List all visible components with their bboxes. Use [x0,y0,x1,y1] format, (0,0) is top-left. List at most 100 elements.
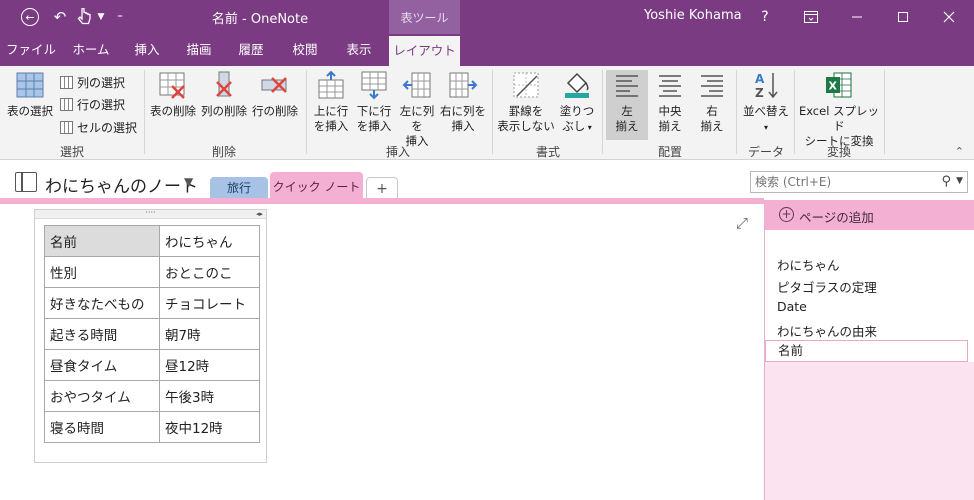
back-button[interactable]: ← [20,7,40,27]
page-item-date[interactable]: Date [777,299,807,314]
resize-arrows-icon[interactable]: ◂▸ [256,210,263,219]
insert-below-button[interactable]: 下に行 を挿入 [353,70,395,140]
select-column-button[interactable]: 列の選択 [60,72,125,92]
tab-file[interactable]: ファイル [4,34,58,66]
group-divider [602,70,603,154]
note-table[interactable]: 名前 わにちゃん 性別 おとこのこ 好きなたべもの チョコレート 起きる時間 朝… [44,225,260,443]
table-row[interactable]: 名前 わにちゃん [44,225,260,257]
page-item-name-origin[interactable]: わにちゃんの由来 [777,321,877,340]
table-cell[interactable]: 朝7時 [159,318,260,350]
insert-below-label-2: を挿入 [356,119,392,133]
page-canvas[interactable]: ⤢ ···· ◂▸ 名前 わにちゃん 性別 おとこのこ 好きなたべもの チョコレー… [0,204,764,500]
align-right-button[interactable]: 右 揃え [692,70,732,140]
page-list-pane: + ページの追加 わにちゃん ピタゴラスの定理 Date わにちゃんの由来 名前 [764,200,974,500]
sort-button[interactable]: AZ 並べ替え ▾ [740,70,792,140]
title-bar: ← ↶ ▼ ⁼ 名前 - OneNote 表ツール Yoshie Kohama … [0,0,974,34]
table-row[interactable]: 性別 おとこのこ [44,256,260,288]
search-icon[interactable]: ⚲ [941,174,951,189]
table-cell[interactable]: 寝る時間 [44,411,160,443]
note-container-handle[interactable]: ···· ◂▸ [35,209,266,219]
insert-above-label-1: 上に行 [313,104,349,118]
search-scope-dropdown-icon[interactable]: ▼ [956,176,963,186]
window-title: 名前 - OneNote [211,12,309,27]
table-cell[interactable]: 性別 [44,256,160,288]
group-divider [794,70,795,154]
align-left-icon [616,75,638,97]
delete-column-label: 列の削除 [201,104,247,118]
table-cell[interactable]: おとこのこ [159,256,260,288]
user-name[interactable]: Yoshie Kohama [644,8,742,23]
shading-button[interactable]: 塗りつ ぶし ▾ [558,70,596,140]
align-left-button[interactable]: 左 揃え [606,70,648,140]
group-divider [884,70,885,154]
table-row[interactable]: 好きなたべもの チョコレート [44,287,260,319]
notebook-icon[interactable] [15,172,37,192]
delete-table-button[interactable]: 表の削除 [148,70,198,140]
table-cell[interactable]: 午後3時 [159,380,260,412]
insert-right-button[interactable]: 右に列を 挿入 [440,70,486,140]
select-row-button[interactable]: 行の選択 [60,94,125,114]
insert-left-button[interactable]: 左に列を 挿入 [396,70,438,148]
table-row[interactable]: 寝る時間 夜中12時 [44,411,260,443]
tab-history[interactable]: 履歴 [228,34,274,66]
insert-above-icon [318,70,344,99]
delete-row-button[interactable]: 行の削除 [250,70,300,140]
tab-home[interactable]: ホーム [64,34,118,66]
table-cell[interactable]: わにちゃん [159,225,260,257]
table-cell[interactable]: チョコレート [159,287,260,319]
page-item-name-selected[interactable]: 名前 [765,340,968,362]
notebook-name[interactable]: わにちゃんのノート [45,172,198,197]
delete-row-label: 行の削除 [252,104,298,118]
table-cell[interactable]: 昼食タイム [44,349,160,381]
tab-review[interactable]: 校閲 [282,34,328,66]
tab-view[interactable]: 表示 [336,34,382,66]
paint-bucket-icon [565,72,589,98]
table-cell[interactable]: おやつタイム [44,380,160,412]
notebook-dropdown-icon[interactable]: ▼ [184,175,193,189]
touch-mode-dropdown-icon[interactable]: ▼ [91,7,111,27]
select-table-button[interactable]: 表の選択 [4,70,56,140]
minimize-button[interactable] [834,0,880,34]
tab-layout[interactable]: レイアウト [389,36,460,66]
ribbon-display-options-button[interactable] [788,0,834,34]
data-group-label: データ [747,145,784,159]
align-center-label-1: 中央 [658,104,682,118]
collapse-ribbon-icon[interactable]: ⌃ [955,145,964,158]
section-tab-quick-notes[interactable]: クイック ノート [270,172,363,200]
customize-qat-button[interactable]: ⁼ [110,7,130,27]
add-page-button[interactable]: + ページの追加 [765,200,974,230]
table-cell[interactable]: 起きる時間 [44,318,160,350]
table-row[interactable]: おやつタイム 午後3時 [44,380,260,412]
align-center-button[interactable]: 中央 揃え [650,70,690,140]
hide-borders-button[interactable]: 罫線を 表示しない [496,70,556,140]
table-row[interactable]: 起きる時間 朝7時 [44,318,260,350]
tab-draw[interactable]: 描画 [176,34,222,66]
select-cell-button[interactable]: セルの選択 [60,117,137,137]
close-button[interactable] [926,0,972,34]
table-cell[interactable]: 好きなたべもの [44,287,160,319]
page-item-pythagoras[interactable]: ピタゴラスの定理 [777,277,877,296]
sort-dropdown-icon: ▾ [763,123,768,132]
tab-insert[interactable]: 挿入 [124,34,170,66]
delete-column-button[interactable]: 列の削除 [199,70,249,140]
section-tab-travel[interactable]: 旅行 [210,177,268,200]
convert-excel-label-1: Excel スプレッド [798,104,880,133]
undo-icon[interactable]: ↶ [50,7,70,27]
page-item-wanichan[interactable]: わにちゃん [777,255,840,274]
insert-above-button[interactable]: 上に行 を挿入 [310,70,352,140]
table-cell[interactable]: 昼12時 [159,349,260,381]
help-button[interactable]: ? [742,0,788,34]
convert-to-excel-button[interactable]: X Excel スプレッド シートに変換 [798,70,880,148]
add-section-button[interactable]: + [366,177,398,200]
delete-row-icon [261,77,287,93]
maximize-button[interactable] [880,0,926,34]
search-input[interactable] [751,172,931,192]
add-page-icon: + [779,207,794,222]
table-cell[interactable]: 名前 [44,225,160,257]
table-cell[interactable]: 夜中12時 [159,411,260,443]
search-box[interactable]: ⚲ ▼ [750,171,968,193]
full-page-view-icon[interactable]: ⤢ [736,214,748,232]
back-arrow-icon: ← [21,8,39,26]
group-divider [144,70,145,154]
table-row[interactable]: 昼食タイム 昼12時 [44,349,260,381]
